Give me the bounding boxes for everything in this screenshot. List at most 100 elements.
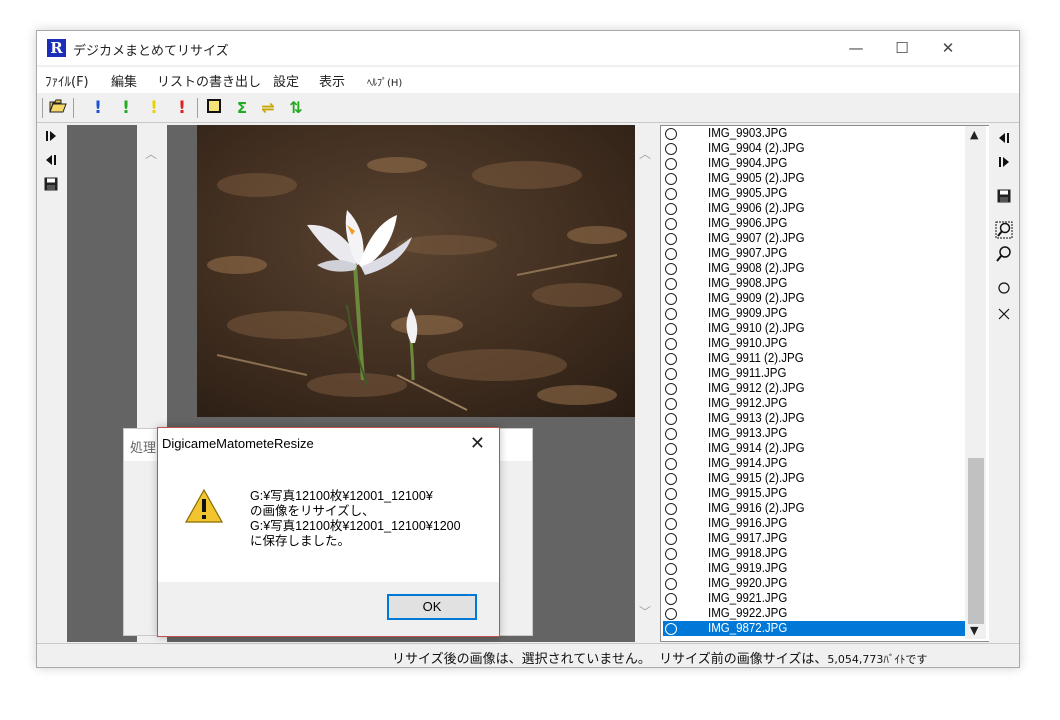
- file-name: IMG_9906.JPG: [708, 216, 788, 230]
- menu-file[interactable]: ﾌｧｲﾙ(F): [45, 71, 89, 90]
- circle-mark-icon: [665, 293, 677, 305]
- sigma-icon[interactable]: Σ: [233, 98, 251, 118]
- list-item[interactable]: IMG_9914 (2).JPG: [663, 441, 965, 456]
- list-item[interactable]: IMG_9912.JPG: [663, 396, 965, 411]
- menu-export-list[interactable]: リストの書き出し: [157, 71, 261, 90]
- next-image-icon[interactable]: [994, 155, 1014, 175]
- message-box: DigicameMatometeResize ✕ G:¥写真12100枚¥120…: [157, 427, 500, 637]
- list-item[interactable]: IMG_9907 (2).JPG: [663, 231, 965, 246]
- file-list[interactable]: IMG_9903.JPG IMG_9904 (2).JPG IMG_9904.JPG…: [660, 125, 990, 642]
- maximize-button[interactable]: ☐: [879, 31, 925, 65]
- viewer-scrollbar-right[interactable]: ︿ ﹀: [635, 125, 659, 642]
- list-item[interactable]: IMG_9915 (2).JPG: [663, 471, 965, 486]
- circle-mark-icon: [665, 143, 677, 155]
- frame-icon[interactable]: [205, 98, 223, 118]
- zoom-icon[interactable]: [994, 245, 1014, 265]
- prev-image-icon[interactable]: [994, 131, 1014, 151]
- scroll-thumb[interactable]: [968, 458, 984, 624]
- minimize-button[interactable]: —: [833, 31, 879, 65]
- list-item[interactable]: IMG_9904 (2).JPG: [663, 141, 965, 156]
- file-list-scrollbar[interactable]: ▲ ▼: [965, 126, 986, 639]
- cross-mark-icon[interactable]: [994, 307, 1014, 327]
- exclaim-red-icon[interactable]: !: [173, 98, 191, 118]
- toolbar-separator: [42, 98, 43, 118]
- processing-dialog-title: 処理: [130, 441, 157, 456]
- list-item[interactable]: IMG_9907.JPG: [663, 246, 965, 261]
- app-logo-icon: R: [47, 39, 66, 57]
- list-item[interactable]: IMG_9910 (2).JPG: [663, 321, 965, 336]
- menu-help[interactable]: ﾍﾙﾌﾟ(H): [367, 74, 402, 89]
- list-item[interactable]: IMG_9909.JPG: [663, 306, 965, 321]
- save-icon[interactable]: [994, 189, 1014, 209]
- list-item[interactable]: IMG_9917.JPG: [663, 531, 965, 546]
- list-item[interactable]: IMG_9904.JPG: [663, 156, 965, 171]
- exclaim-blue-icon[interactable]: !: [89, 98, 107, 118]
- scroll-up-icon[interactable]: ▲: [970, 128, 978, 141]
- list-item[interactable]: IMG_9915.JPG: [663, 486, 965, 501]
- circle-mark-icon: [665, 473, 677, 485]
- list-item[interactable]: IMG_9903.JPG: [663, 126, 965, 141]
- open-folder-icon[interactable]: [49, 98, 67, 118]
- list-item[interactable]: IMG_9914.JPG: [663, 456, 965, 471]
- circle-mark-icon: [665, 563, 677, 575]
- zoom-fit-icon[interactable]: [994, 221, 1014, 241]
- list-item[interactable]: IMG_9905.JPG: [663, 186, 965, 201]
- list-item[interactable]: IMG_9909 (2).JPG: [663, 291, 965, 306]
- file-name: IMG_9911 (2).JPG: [708, 351, 804, 365]
- prev-image-icon[interactable]: [41, 153, 61, 173]
- circle-mark-icon: [665, 158, 677, 170]
- list-item[interactable]: IMG_9922.JPG: [663, 606, 965, 621]
- chevron-down-icon[interactable]: ﹀: [639, 603, 651, 620]
- chevron-up-icon[interactable]: ︿: [639, 145, 651, 162]
- list-item[interactable]: IMG_9906 (2).JPG: [663, 201, 965, 216]
- list-item[interactable]: IMG_9918.JPG: [663, 546, 965, 561]
- list-item[interactable]: IMG_9910.JPG: [663, 336, 965, 351]
- list-item[interactable]: IMG_9913.JPG: [663, 426, 965, 441]
- circle-mark-icon: [665, 623, 677, 635]
- status-file-size: 5,054,773: [827, 653, 884, 666]
- list-item[interactable]: IMG_9908 (2).JPG: [663, 261, 965, 276]
- circle-mark-icon: [665, 173, 677, 185]
- list-item[interactable]: IMG_9872.JPG: [663, 621, 965, 636]
- scroll-down-icon[interactable]: ▼: [970, 624, 978, 637]
- list-item[interactable]: IMG_9911.JPG: [663, 366, 965, 381]
- file-name: IMG_9915 (2).JPG: [708, 471, 805, 485]
- menu-settings[interactable]: 設定: [273, 71, 299, 90]
- circle-mark-icon: [665, 248, 677, 260]
- swap-vertical-icon[interactable]: ⇅: [287, 98, 305, 118]
- save-icon[interactable]: [41, 177, 61, 197]
- list-item[interactable]: IMG_9911 (2).JPG: [663, 351, 965, 366]
- circle-mark-icon: [665, 188, 677, 200]
- file-name: IMG_9905 (2).JPG: [708, 171, 805, 185]
- list-item[interactable]: IMG_9905 (2).JPG: [663, 171, 965, 186]
- exclaim-yellow-icon[interactable]: !: [145, 98, 163, 118]
- list-item[interactable]: IMG_9906.JPG: [663, 216, 965, 231]
- list-item[interactable]: IMG_9920.JPG: [663, 576, 965, 591]
- toolbar-separator: [197, 98, 198, 118]
- exclaim-green-icon[interactable]: !: [117, 98, 135, 118]
- circle-mark-icon: [665, 458, 677, 470]
- close-button[interactable]: ✕: [925, 31, 971, 65]
- next-image-icon[interactable]: [41, 129, 61, 149]
- menu-edit[interactable]: 編集: [111, 71, 137, 90]
- list-item[interactable]: IMG_9919.JPG: [663, 561, 965, 576]
- list-item[interactable]: IMG_9913 (2).JPG: [663, 411, 965, 426]
- ok-button[interactable]: OK: [387, 594, 477, 620]
- chevron-up-icon[interactable]: ︿: [145, 145, 157, 162]
- circle-mark-icon: [665, 533, 677, 545]
- title-bar: R デジカメまとめてリサイズ — ☐ ✕: [37, 31, 1019, 65]
- list-item[interactable]: IMG_9916 (2).JPG: [663, 501, 965, 516]
- list-item[interactable]: IMG_9921.JPG: [663, 591, 965, 606]
- swap-horizontal-icon[interactable]: ⇌: [259, 98, 277, 118]
- message-text: G:¥写真12100枚¥12001_12100¥ の画像をリサイズし、 G:¥写…: [250, 489, 461, 549]
- list-item[interactable]: IMG_9908.JPG: [663, 276, 965, 291]
- circle-mark-icon: [665, 398, 677, 410]
- circle-mark-icon: [665, 368, 677, 380]
- message-line: G:¥写真12100枚¥12001_12100¥1200: [250, 519, 461, 533]
- photo-preview: [197, 125, 635, 417]
- circle-mark-icon[interactable]: [994, 281, 1014, 301]
- close-icon[interactable]: ✕: [470, 433, 485, 454]
- list-item[interactable]: IMG_9916.JPG: [663, 516, 965, 531]
- list-item[interactable]: IMG_9912 (2).JPG: [663, 381, 965, 396]
- menu-view[interactable]: 表示: [319, 71, 345, 90]
